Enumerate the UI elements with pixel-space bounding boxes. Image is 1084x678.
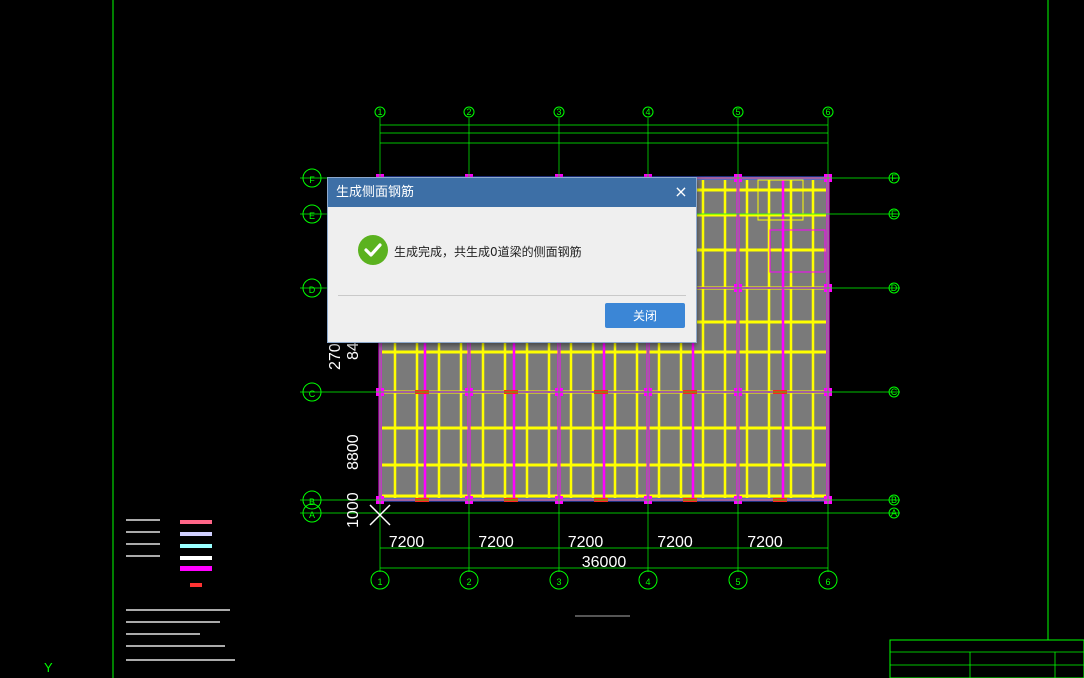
title-block (889, 639, 1084, 678)
column-label: 2 (466, 107, 471, 117)
column-label: 1 (377, 107, 382, 117)
dialog-body: 生成完成，共生成0道梁的侧面钢筋 (328, 207, 696, 295)
column-label: 5 (735, 577, 740, 587)
row-label: B (309, 497, 315, 507)
row-label: F (309, 175, 315, 185)
row-label: C (891, 387, 898, 397)
row-label: F (891, 173, 897, 183)
close-button[interactable]: 关闭 (605, 303, 685, 328)
dialog-separator (338, 295, 686, 296)
column-label: 6 (825, 577, 830, 587)
column-label: 3 (556, 107, 561, 117)
column-label: 6 (825, 107, 830, 117)
column-label: 4 (645, 577, 650, 587)
bay-dimension: 7200 (478, 534, 514, 551)
row-label: D (891, 283, 898, 293)
row-label: E (891, 209, 897, 219)
row-label: E (309, 211, 315, 221)
column-label: 5 (735, 107, 740, 117)
row-label: A (891, 508, 897, 518)
bottom-dimension-texts: 7200 7200 7200 7200 7200 36000 (389, 534, 783, 571)
row-label: A (309, 510, 315, 520)
row-label: B (891, 495, 897, 505)
generate-side-rebar-dialog: 生成侧面钢筋 × 生成完成，共生成0道梁的侧面钢筋 关闭 (327, 177, 697, 343)
legend-block (126, 519, 235, 661)
dialog-titlebar[interactable]: 生成侧面钢筋 × (328, 178, 696, 207)
left-dim-270: 270 (327, 343, 344, 370)
close-icon[interactable]: × (672, 183, 690, 201)
bay-dimension: 7200 (747, 534, 783, 551)
left-dim-8800: 8800 (345, 434, 362, 470)
total-dimension: 36000 (582, 554, 627, 571)
dialog-title: 生成侧面钢筋 (336, 185, 415, 200)
ucs-y-axis-label: Y (44, 660, 53, 675)
success-check-icon (358, 235, 388, 265)
bay-dimension: 7200 (389, 534, 425, 551)
row-label: C (309, 389, 316, 399)
left-dim-84: 84 (345, 342, 362, 360)
column-label: 3 (556, 577, 561, 587)
column-label: 4 (645, 107, 650, 117)
column-label: 2 (466, 577, 471, 587)
row-label: D (309, 285, 316, 295)
left-dim-1000: 1000 (345, 492, 362, 528)
bay-dimension: 7200 (657, 534, 693, 551)
bay-dimension: 7200 (568, 534, 604, 551)
dialog-message: 生成完成，共生成0道梁的侧面钢筋 (394, 245, 582, 259)
column-label: 1 (377, 577, 382, 587)
